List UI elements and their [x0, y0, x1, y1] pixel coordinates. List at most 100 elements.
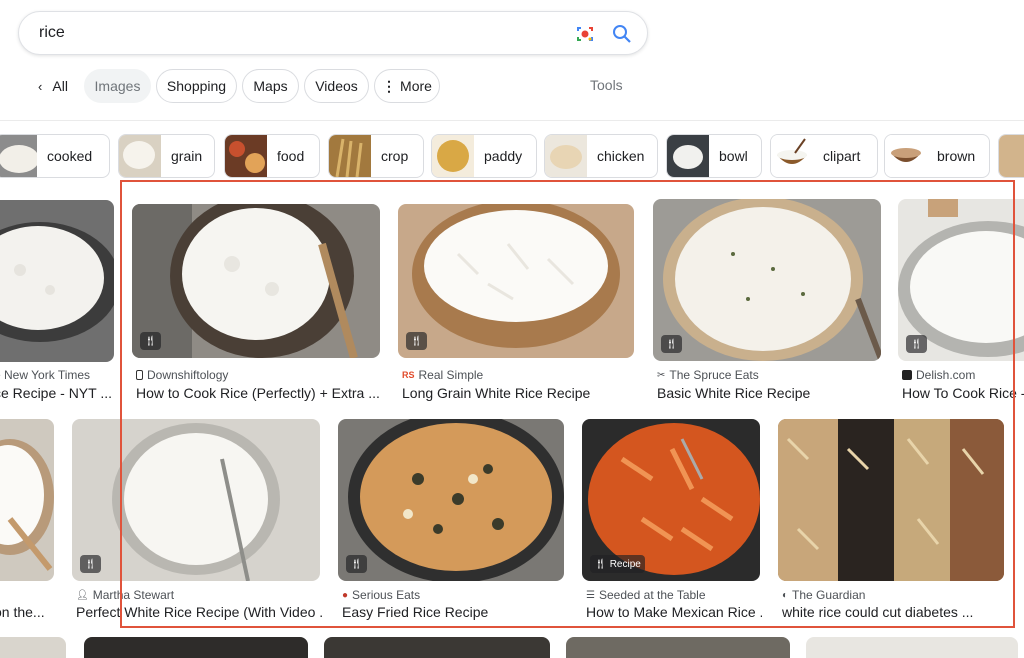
image-result[interactable]: [324, 637, 550, 658]
recipe-badge: 🍴︎: [80, 555, 101, 573]
person-icon: 👤︎: [76, 589, 89, 601]
chip-thumbnail: [545, 135, 587, 177]
image-result[interactable]: [0, 637, 66, 658]
chip-thumbnail: [0, 135, 37, 177]
chip-bowl[interactable]: bowl: [666, 134, 762, 178]
image-result[interactable]: on the...: [0, 419, 56, 624]
recipe-badge: 🍴︎: [906, 335, 927, 353]
result-image[interactable]: 🍴︎: [898, 199, 1024, 361]
result-image[interactable]: 🍴︎ Recipe: [582, 419, 760, 581]
tools-button[interactable]: Tools: [590, 77, 623, 93]
result-source: ◐ The Guardian: [782, 588, 866, 602]
search-box[interactable]: rice: [18, 11, 648, 55]
search-icon[interactable]: [611, 23, 633, 45]
image-result[interactable]: 🍴︎ Delish.com How To Cook Rice - ...: [898, 199, 1024, 414]
result-image[interactable]: [0, 637, 66, 658]
utensils-icon: 🍴︎: [410, 335, 423, 347]
result-image[interactable]: [0, 419, 54, 581]
result-title[interactable]: How to Cook Rice (Perfectly) + Extra ...: [136, 385, 382, 401]
result-source: ✂ The Spruce Eats: [657, 368, 759, 382]
result-title[interactable]: Basic White Rice Recipe: [657, 385, 883, 401]
camera-lens-icon[interactable]: [575, 24, 595, 44]
recipe-badge: 🍴︎ Recipe: [590, 555, 645, 573]
image-result[interactable]: [806, 637, 1018, 658]
image-result[interactable]: e New York Times ce Recipe - NYT ...: [0, 200, 114, 410]
chip-cooked[interactable]: cooked: [0, 134, 110, 178]
tab-more[interactable]: ⋮ More: [374, 69, 440, 103]
utensils-source-icon: ✂: [657, 369, 666, 381]
result-image[interactable]: 🍴︎: [132, 204, 380, 358]
chip-thumbnail: [119, 135, 161, 177]
tab-videos[interactable]: Videos: [304, 69, 369, 103]
utensils-icon: 🍴︎: [144, 335, 157, 347]
search-input[interactable]: rice: [39, 24, 65, 42]
chip-chicken[interactable]: chicken: [544, 134, 658, 178]
result-title[interactable]: Easy Fried Rice Recipe: [342, 604, 568, 620]
result-source: ☰ Seeded at the Table: [586, 588, 706, 602]
result-image[interactable]: [0, 200, 114, 362]
recipe-badge: 🍴︎: [140, 332, 161, 350]
tab-all[interactable]: ‹ All: [28, 69, 78, 103]
source-favicon: [136, 370, 143, 380]
image-result[interactable]: [84, 637, 308, 658]
recipe-badge: 🍴︎: [346, 555, 367, 573]
chip-thumbnail: [432, 135, 474, 177]
result-title[interactable]: white rice could cut diabetes ...: [782, 604, 982, 620]
result-image[interactable]: [778, 419, 1004, 581]
result-image[interactable]: [566, 637, 790, 658]
result-title[interactable]: How To Cook Rice - ...: [902, 385, 1024, 401]
source-favicon: [902, 370, 912, 380]
result-source: ● Serious Eats: [342, 588, 421, 602]
divider: [0, 120, 1024, 121]
tab-images[interactable]: Images: [84, 69, 151, 103]
utensils-icon: 🍴︎: [594, 558, 607, 570]
chip-thumbnail: [771, 135, 813, 177]
real-simple-icon: RS: [402, 370, 415, 380]
image-result[interactable]: 🍴︎ ● Serious Eats Easy Fried Rice Recipe: [338, 419, 566, 624]
chip-crop[interactable]: crop: [328, 134, 424, 178]
chip-thumbnail: [885, 135, 927, 177]
result-title[interactable]: ce Recipe - NYT ...: [0, 385, 114, 401]
chip-food[interactable]: food: [224, 134, 320, 178]
tab-maps[interactable]: Maps: [242, 69, 299, 103]
chip-grain[interactable]: grain: [118, 134, 215, 178]
chip-clipart[interactable]: clipart: [770, 134, 878, 178]
result-image[interactable]: 🍴︎: [72, 419, 320, 581]
image-result[interactable]: ◐ The Guardian white rice could cut diabe…: [778, 419, 1006, 624]
result-title[interactable]: Long Grain White Rice Recipe: [402, 385, 638, 401]
result-image[interactable]: 🍴︎: [338, 419, 564, 581]
chevron-left-icon: ‹: [38, 78, 43, 94]
utensils-icon: 🍴︎: [84, 558, 97, 570]
image-result[interactable]: 🍴︎ ✂ The Spruce Eats Basic White Rice Rec…: [653, 199, 883, 414]
result-source: RS Real Simple: [402, 368, 484, 382]
chip-brown[interactable]: brown: [884, 134, 990, 178]
image-result[interactable]: [566, 637, 790, 658]
globe-icon: ◐: [782, 589, 789, 601]
tab-shopping[interactable]: Shopping: [156, 69, 237, 103]
result-image[interactable]: [84, 637, 308, 658]
result-source: Downshiftology: [136, 368, 228, 382]
result-title[interactable]: on the...: [0, 604, 54, 620]
image-result[interactable]: 🍴︎ 👤︎ Martha Stewart Perfect White Rice R…: [72, 419, 322, 624]
chip-thumbnail: [667, 135, 709, 177]
search-nav: ‹ All Images Shopping Maps Videos ⋮ More…: [0, 66, 1024, 106]
result-image[interactable]: [806, 637, 1018, 658]
utensils-icon: 🍴︎: [665, 338, 678, 350]
result-image[interactable]: 🍴︎: [398, 204, 634, 358]
image-result[interactable]: 🍴︎ Downshiftology How to Cook Rice (Perf…: [132, 204, 382, 414]
related-chips: cooked grain food crop paddy chicken bow…: [0, 134, 1024, 178]
image-result[interactable]: 🍴︎ RS Real Simple Long Grain White Rice R…: [398, 204, 636, 414]
recipe-badge: 🍴︎: [406, 332, 427, 350]
chip-more[interactable]: [998, 134, 1024, 178]
result-image[interactable]: 🍴︎: [653, 199, 881, 361]
result-title[interactable]: Perfect White Rice Recipe (With Video ..…: [76, 604, 322, 620]
result-image[interactable]: [324, 637, 550, 658]
more-vert-icon: ⋮: [382, 77, 397, 94]
image-result[interactable]: 🍴︎ Recipe ☰ Seeded at the Table How to Mak…: [582, 419, 762, 624]
chip-paddy[interactable]: paddy: [431, 134, 537, 178]
chip-thumbnail: [329, 135, 371, 177]
result-source: 👤︎ Martha Stewart: [76, 588, 175, 602]
utensils-icon: 🍴︎: [910, 338, 923, 350]
result-title[interactable]: How to Make Mexican Rice ...: [586, 604, 762, 620]
result-source: e New York Times: [0, 368, 91, 382]
